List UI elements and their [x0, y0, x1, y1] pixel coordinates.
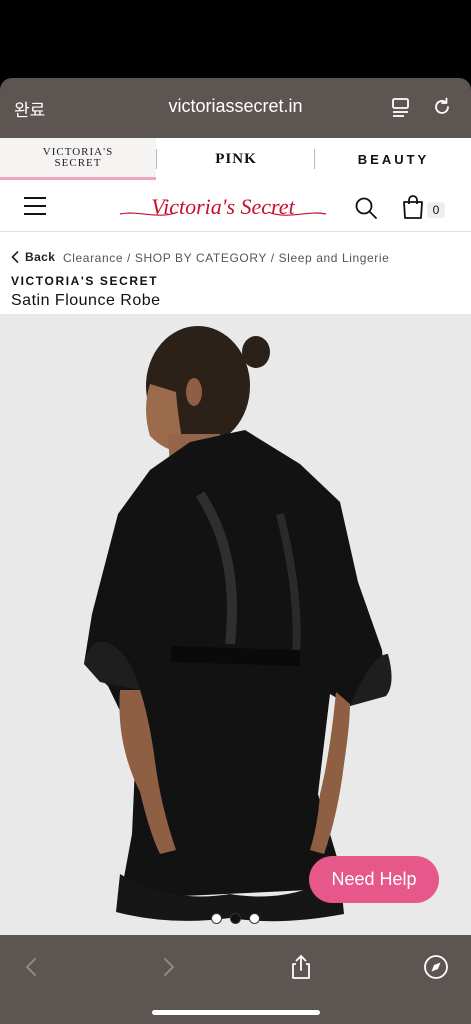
bag-count-badge: 0 — [427, 202, 445, 218]
tabs-icon[interactable] — [390, 96, 412, 118]
shopping-bag-icon[interactable] — [400, 194, 426, 220]
back-link[interactable]: Back — [11, 250, 55, 264]
back-label: Back — [25, 250, 56, 264]
carousel-dots — [0, 913, 471, 924]
tab-beauty[interactable]: BEAUTY — [316, 138, 471, 180]
home-indicator — [152, 1010, 320, 1015]
chevron-right-icon[interactable] — [154, 953, 182, 981]
tab-label: PINK — [215, 150, 257, 167]
chevron-left-icon[interactable] — [18, 953, 46, 981]
hamburger-icon[interactable] — [24, 197, 46, 215]
tab-divider — [314, 149, 315, 169]
brand-logo[interactable]: Victoria's Secret — [118, 190, 328, 224]
carousel-dot-3[interactable] — [249, 913, 260, 924]
status-bar — [0, 0, 471, 78]
product-image-carousel[interactable] — [0, 314, 471, 935]
share-icon[interactable] — [287, 953, 315, 981]
carousel-dot-2[interactable] — [230, 913, 241, 924]
product-photo — [0, 314, 471, 935]
tab-pink[interactable]: PINK — [158, 138, 314, 180]
breadcrumb[interactable]: Clearance / SHOP BY CATEGORY / Sleep and… — [63, 251, 389, 265]
tab-victorias-secret[interactable]: VICTORIA'S SECRET — [0, 138, 156, 180]
tab-divider — [156, 149, 157, 169]
carousel-dot-1[interactable] — [211, 913, 222, 924]
need-help-button[interactable]: Need Help — [309, 856, 439, 903]
browser-address-bar: 완료 victoriassecret.in — [0, 78, 471, 138]
reload-icon[interactable] — [431, 96, 453, 118]
search-icon[interactable] — [354, 196, 378, 220]
compass-icon[interactable] — [422, 953, 450, 981]
tab-label: BEAUTY — [357, 151, 430, 167]
product-brand: VICTORIA'S SECRET — [11, 274, 159, 288]
product-header: Back Clearance / SHOP BY CATEGORY / Slee… — [0, 232, 471, 314]
site-header: Victoria's Secret 0 — [0, 180, 471, 232]
brand-tabs: VICTORIA'S SECRET PINK BEAUTY — [0, 138, 471, 180]
logo-text: Victoria's Secret — [151, 194, 295, 219]
chevron-left-icon — [11, 251, 19, 263]
tab-label: VICTORIA'S SECRET — [42, 145, 114, 169]
page-title: Satin Flounce Robe — [11, 292, 161, 309]
